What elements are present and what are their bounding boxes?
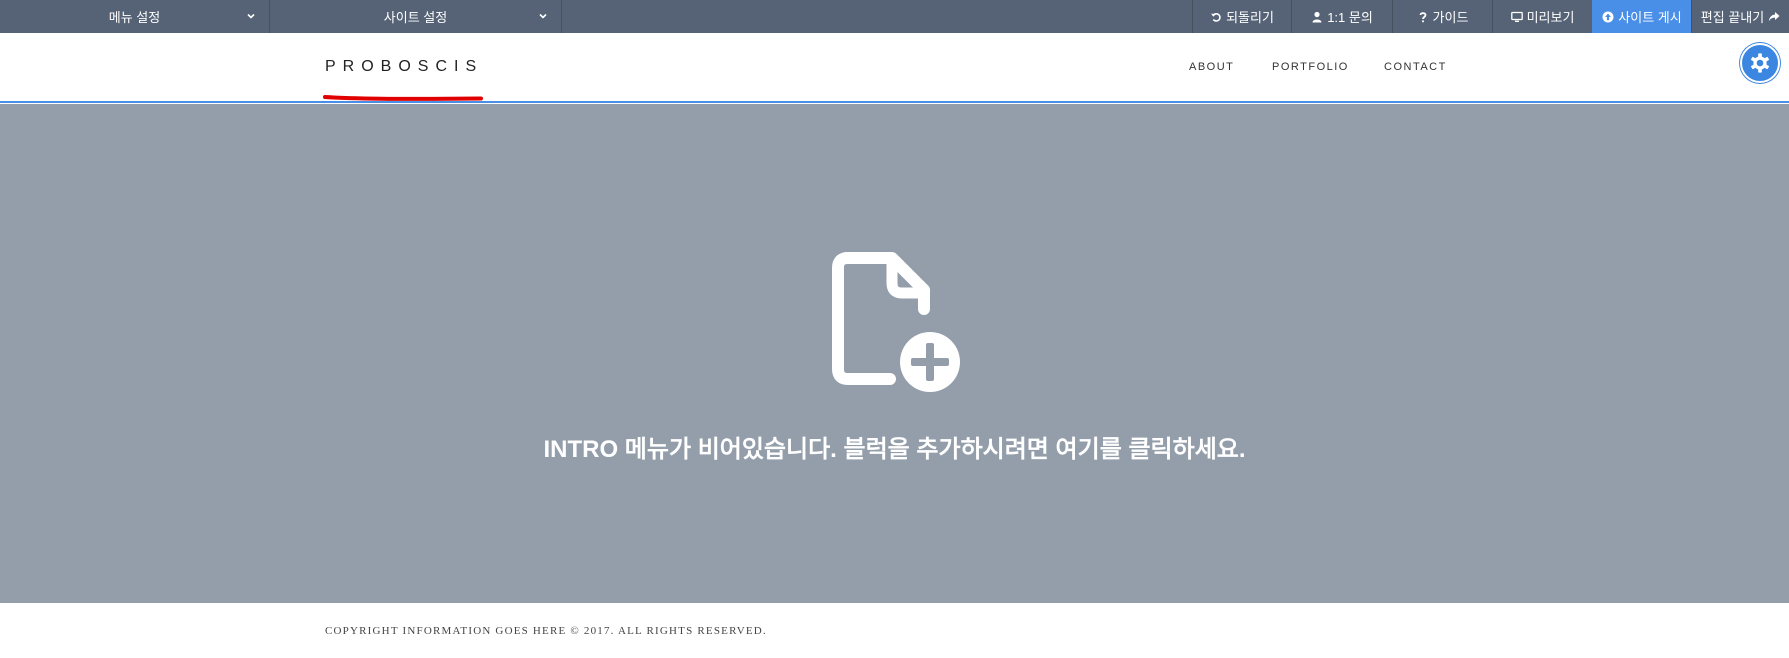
nav-about[interactable]: ABOUT bbox=[1189, 61, 1234, 73]
inquiry-label: 1:1 문의 bbox=[1327, 10, 1373, 25]
chevron-down-icon bbox=[247, 13, 255, 19]
guide-label: 가이드 bbox=[1432, 10, 1469, 25]
publish-label: 사이트 게시 bbox=[1618, 10, 1682, 25]
site-settings-label: 사이트 설정 bbox=[383, 10, 448, 25]
site-settings-dropdown[interactable]: 사이트 설정 bbox=[270, 0, 562, 33]
site-header: PROBOSCIS ABOUT PORTFOLIO CONTACT bbox=[0, 33, 1789, 103]
menu-settings-label: 메뉴 설정 bbox=[108, 10, 161, 25]
inquiry-button[interactable]: 1:1 문의 bbox=[1291, 0, 1392, 33]
preview-label: 미리보기 bbox=[1526, 10, 1575, 25]
nav-contact[interactable]: CONTACT bbox=[1384, 61, 1447, 73]
site-footer: COPYRIGHT INFORMATION GOES HERE © 2017. … bbox=[0, 603, 1789, 658]
upload-circle-icon bbox=[1602, 11, 1614, 22]
logo-underline-annotation bbox=[323, 95, 483, 101]
site-logo[interactable]: PROBOSCIS bbox=[325, 58, 483, 76]
finish-editing-label: 편집 끝내기 bbox=[1700, 10, 1765, 25]
copyright-text: COPYRIGHT INFORMATION GOES HERE © 2017. … bbox=[325, 625, 767, 637]
guide-button[interactable]: 가이드 bbox=[1392, 0, 1492, 33]
add-document-icon bbox=[832, 252, 960, 392]
menu-settings-dropdown[interactable]: 메뉴 설정 bbox=[0, 0, 270, 33]
intro-empty-block[interactable]: INTRO 메뉴가 비어있습니다. 블럭을 추가하시려면 여기를 클릭하세요. bbox=[0, 104, 1789, 603]
publish-button[interactable]: 사이트 게시 bbox=[1592, 0, 1691, 33]
monitor-icon bbox=[1510, 11, 1523, 22]
undo-button[interactable]: 되돌리기 bbox=[1192, 0, 1291, 33]
user-icon bbox=[1312, 11, 1322, 22]
gear-icon bbox=[1751, 53, 1769, 73]
intro-empty-message: INTRO 메뉴가 비어있습니다. 블럭을 추가하시려면 여기를 클릭하세요. bbox=[543, 436, 1246, 463]
share-arrow-icon bbox=[1769, 11, 1780, 21]
chevron-down-icon bbox=[539, 13, 547, 19]
undo-icon bbox=[1211, 12, 1221, 22]
preview-button[interactable]: 미리보기 bbox=[1492, 0, 1592, 33]
admin-toolbar: 메뉴 설정 사이트 설정 되돌리기 1:1 문의 가이드 미리보기 사이트 게시… bbox=[0, 0, 1789, 33]
undo-label: 되돌리기 bbox=[1226, 10, 1274, 25]
settings-button[interactable] bbox=[1740, 43, 1780, 83]
nav-portfolio[interactable]: PORTFOLIO bbox=[1272, 61, 1349, 73]
finish-editing-button[interactable]: 편집 끝내기 bbox=[1691, 0, 1789, 33]
question-icon bbox=[1419, 11, 1426, 22]
